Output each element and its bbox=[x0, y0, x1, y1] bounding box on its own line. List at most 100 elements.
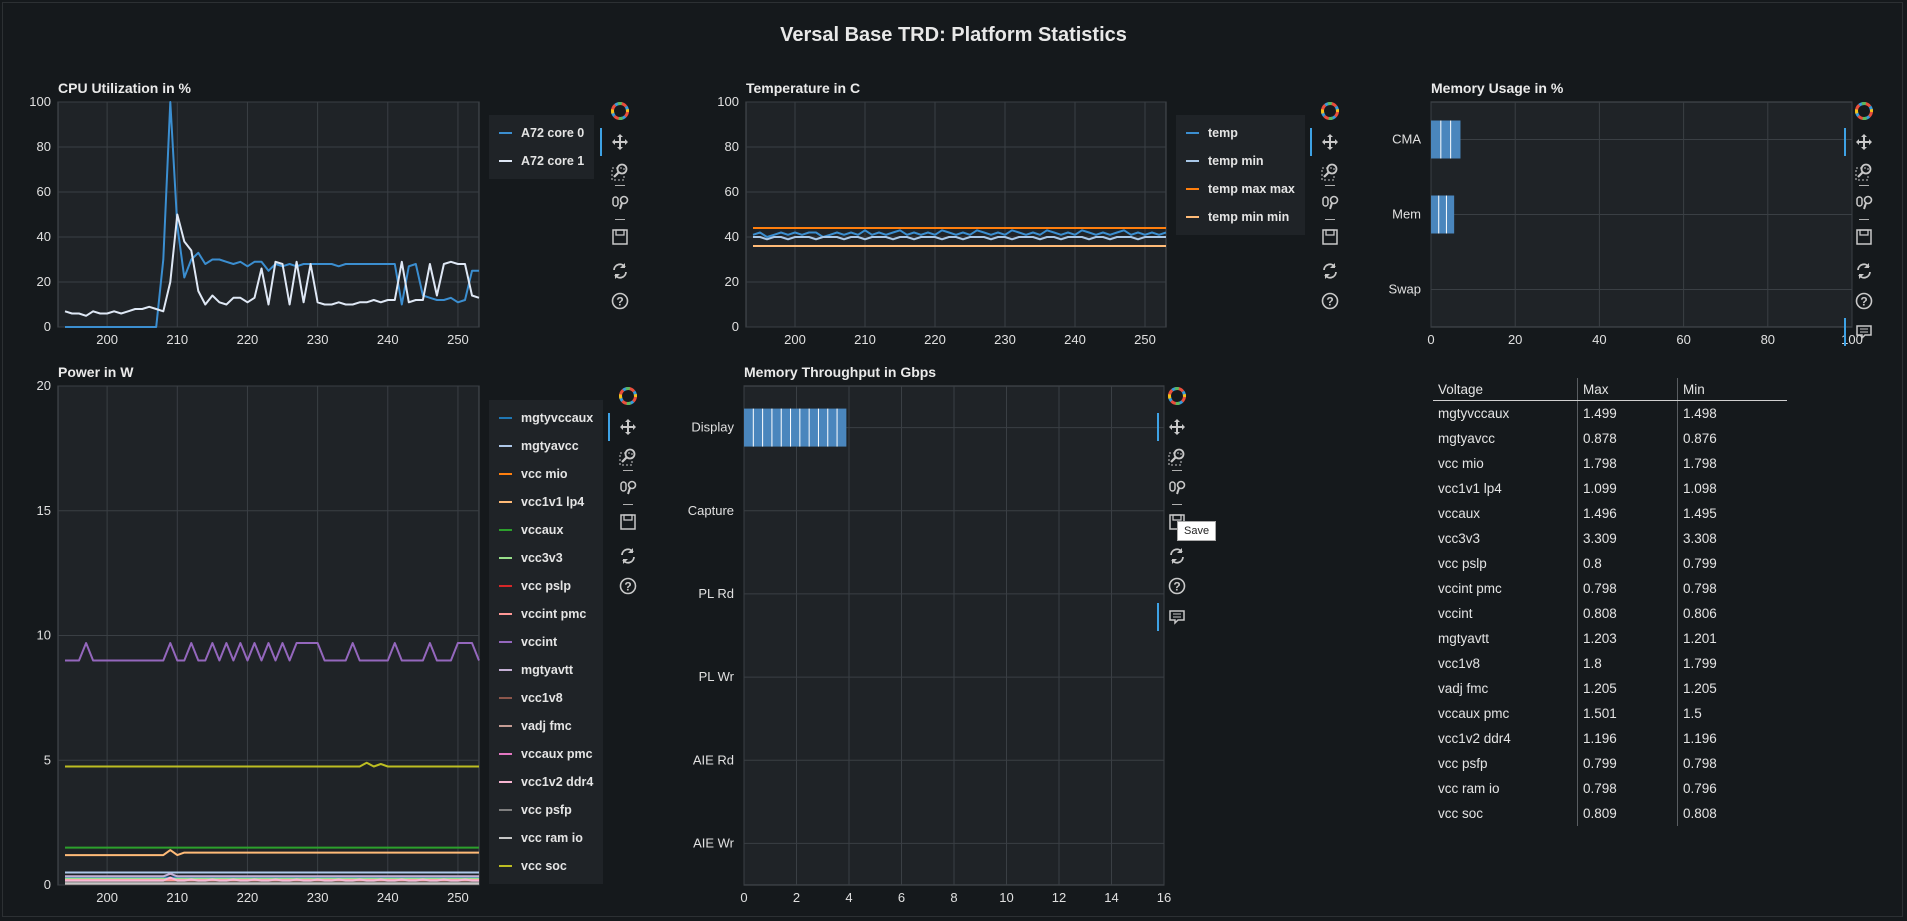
legend-item: vcc psfp bbox=[489, 796, 603, 824]
help-icon[interactable]: ? bbox=[1166, 575, 1188, 597]
box-zoom-icon-glyph bbox=[1323, 171, 1330, 178]
box-zoom-icon[interactable] bbox=[1319, 161, 1341, 183]
table-row: vcc1v2 ddr4 1.196 1.196 bbox=[1433, 726, 1787, 751]
pan-icon-glyph bbox=[1322, 133, 1338, 150]
pan-icon[interactable] bbox=[1310, 127, 1341, 156]
legend-item: vccint pmc bbox=[489, 600, 603, 628]
legend-label: vcc3v3 bbox=[521, 551, 563, 565]
wheel-zoom-icon-glyph bbox=[1176, 487, 1180, 494]
help-icon[interactable]: ? bbox=[617, 575, 639, 597]
bokeh-logo-icon-glyph bbox=[619, 387, 637, 405]
legend-item: temp min min bbox=[1176, 203, 1305, 231]
voltage-name-cell: vcc ram io bbox=[1438, 781, 1500, 796]
wheel-zoom-icon-glyph bbox=[1863, 195, 1873, 204]
wheel-zoom-icon-glyph bbox=[1863, 202, 1867, 209]
save-icon[interactable] bbox=[617, 503, 639, 533]
legend-item: A72 core 0 bbox=[489, 119, 594, 147]
legend-item: vcc mio bbox=[489, 460, 603, 488]
help-icon-glyph: ? bbox=[1855, 292, 1873, 310]
voltage-name-cell: vcc1v8 bbox=[1438, 656, 1481, 671]
wheel-zoom-icon[interactable] bbox=[617, 469, 639, 499]
wheel-zoom-icon-glyph bbox=[619, 195, 629, 204]
table-row: vcc3v3 3.309 3.308 bbox=[1433, 526, 1787, 551]
hover-icon[interactable] bbox=[1157, 602, 1188, 631]
legend-swatch bbox=[499, 641, 512, 643]
help-icon-glyph: ? bbox=[619, 577, 637, 595]
help-icon[interactable]: ? bbox=[1319, 290, 1341, 312]
wheel-zoom-icon-glyph bbox=[627, 480, 637, 489]
legend-label: vadj fmc bbox=[521, 719, 572, 733]
legend-item: temp min bbox=[1176, 147, 1305, 175]
pan-icon-glyph bbox=[612, 133, 628, 150]
help-icon-glyph: ? bbox=[1321, 292, 1339, 310]
legend-item: vccaux bbox=[489, 516, 603, 544]
max-header: Max bbox=[1577, 378, 1678, 401]
wheel-zoom-icon[interactable] bbox=[1853, 184, 1875, 214]
legend-item: mgtyvccaux bbox=[489, 404, 603, 432]
help-icon[interactable]: ? bbox=[609, 290, 631, 312]
box-zoom-icon[interactable] bbox=[1853, 161, 1875, 183]
max-cell: 1.205 bbox=[1577, 676, 1678, 701]
reset-icon[interactable] bbox=[1166, 545, 1188, 567]
legend-swatch bbox=[499, 725, 512, 727]
reset-icon[interactable] bbox=[617, 545, 639, 567]
min-cell: 1.098 bbox=[1677, 476, 1787, 501]
box-zoom-icon[interactable] bbox=[609, 161, 631, 183]
legend-item: vcc soc bbox=[489, 852, 603, 880]
table-row: mgtyavtt 1.203 1.201 bbox=[1433, 626, 1787, 651]
pan-icon[interactable] bbox=[1844, 127, 1875, 156]
max-cell: 1.196 bbox=[1577, 726, 1678, 751]
wheel-zoom-icon[interactable] bbox=[609, 184, 631, 214]
legend-label: vcc1v2 ddr4 bbox=[521, 775, 594, 789]
pan-icon[interactable] bbox=[600, 127, 631, 156]
table-row: vcc soc 0.809 0.808 bbox=[1433, 801, 1787, 826]
reset-icon[interactable] bbox=[1319, 260, 1341, 282]
box-zoom-icon-glyph bbox=[1857, 171, 1864, 178]
save-icon[interactable] bbox=[1319, 218, 1341, 248]
wheel-zoom-icon[interactable] bbox=[1166, 469, 1188, 499]
help-icon[interactable]: ? bbox=[1853, 290, 1875, 312]
save-icon[interactable] bbox=[609, 218, 631, 248]
wheel-zoom-icon-glyph bbox=[1856, 195, 1873, 209]
bokeh-logo-icon bbox=[1166, 385, 1188, 407]
pan-icon-glyph bbox=[1856, 133, 1872, 150]
legend-swatch bbox=[499, 160, 512, 162]
legend-label: vcc pslp bbox=[521, 579, 572, 593]
hover-icon[interactable] bbox=[1844, 317, 1875, 346]
box-zoom-icon[interactable] bbox=[1166, 446, 1188, 468]
wheel-zoom-icon-glyph bbox=[1856, 195, 1863, 207]
cpu-toolbar: ? bbox=[600, 100, 631, 321]
legend-label: vcc mio bbox=[521, 467, 568, 481]
help-icon-glyph: ? bbox=[1326, 295, 1333, 309]
reset-icon-glyph bbox=[1857, 262, 1871, 279]
power-legend: mgtyvccaux mgtyavcc vcc mio vcc1v1 lp4 vccau… bbox=[489, 400, 604, 884]
page-title: Versal Base TRD: Platform Statistics bbox=[780, 24, 1127, 46]
bokeh-logo-icon-glyph bbox=[1321, 102, 1339, 120]
pan-icon[interactable] bbox=[1157, 412, 1188, 441]
table-row: vcc1v1 lp4 1.099 1.098 bbox=[1433, 476, 1787, 501]
hover-icon-glyph bbox=[1856, 324, 1872, 340]
wheel-zoom-icon[interactable] bbox=[1319, 184, 1341, 214]
reset-icon[interactable] bbox=[609, 260, 631, 282]
reset-icon-glyph bbox=[1170, 547, 1184, 564]
max-cell: 1.501 bbox=[1577, 701, 1678, 726]
max-cell: 1.099 bbox=[1577, 476, 1678, 501]
wheel-zoom-icon-glyph bbox=[620, 480, 637, 494]
reset-icon[interactable] bbox=[1853, 260, 1875, 282]
save-icon[interactable] bbox=[1853, 218, 1875, 248]
hover-icon-glyph bbox=[1169, 609, 1185, 625]
legend-swatch bbox=[499, 529, 512, 531]
legend-swatch bbox=[499, 557, 512, 559]
wheel-zoom-icon-glyph bbox=[1322, 195, 1329, 207]
bokeh-logo-icon-glyph bbox=[611, 102, 629, 120]
legend-swatch bbox=[499, 613, 512, 615]
pan-icon[interactable] bbox=[608, 412, 639, 441]
voltage-name-cell: mgtyavcc bbox=[1438, 431, 1496, 446]
legend-swatch bbox=[499, 585, 512, 587]
bokeh-logo-icon-glyph bbox=[1855, 102, 1873, 120]
box-zoom-icon[interactable] bbox=[617, 446, 639, 468]
legend-label: vcc soc bbox=[521, 859, 567, 873]
save-icon-glyph bbox=[1322, 228, 1338, 245]
box-zoom-icon-glyph bbox=[1321, 163, 1338, 181]
legend-item: mgtyavcc bbox=[489, 432, 603, 460]
